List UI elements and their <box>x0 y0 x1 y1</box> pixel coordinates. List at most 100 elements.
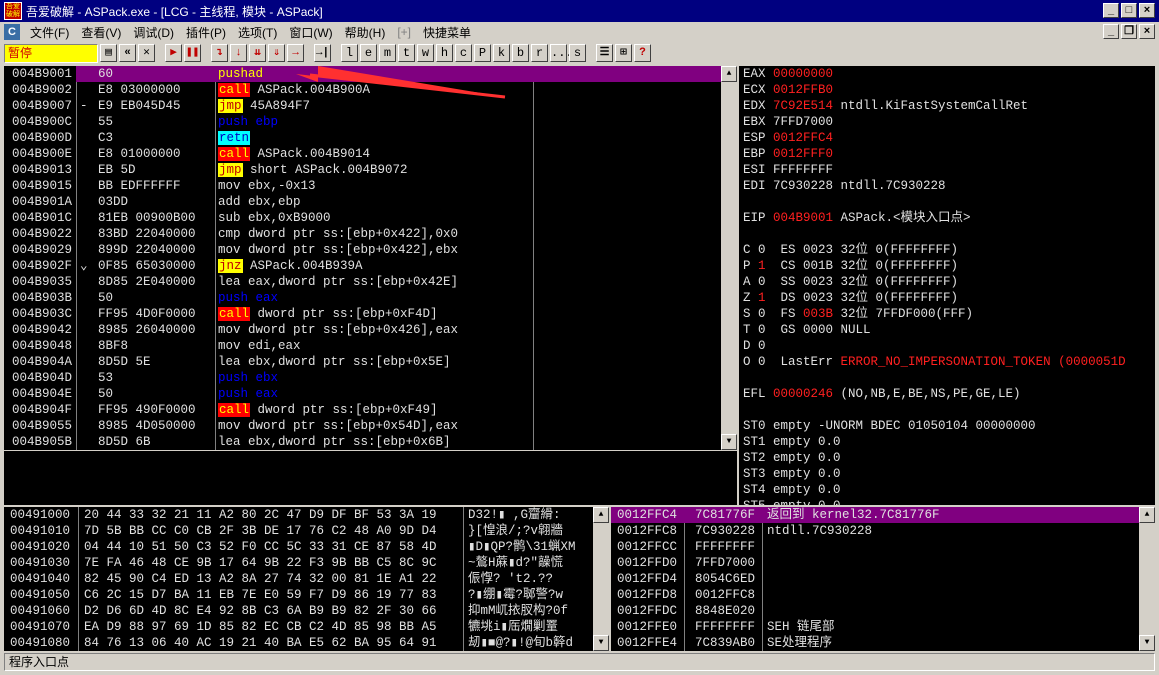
scroll-up-icon[interactable]: ▲ <box>721 66 737 82</box>
step-into-icon[interactable]: ↴ <box>211 44 228 62</box>
dump-row[interactable]: 00491020 04 44 10 51 50 C3 52 F0 CC 5C 33… <box>4 539 609 555</box>
minimize-button[interactable]: _ <box>1103 3 1119 18</box>
memory-dump-pane[interactable]: 00491000 20 44 33 32 21 11 A2 80 2C 47 D9… <box>4 507 609 651</box>
cpu-window-icon[interactable]: C <box>4 24 20 40</box>
dump-row[interactable]: 00491030 7E FA 46 48 CE 9B 17 64 9B 22 F3… <box>4 555 609 571</box>
disassembly-row[interactable]: 004B9002 E8 03000000 call ASPack.004B900A <box>4 82 737 98</box>
register-row[interactable]: ESI FFFFFFFF <box>739 162 1155 178</box>
register-row[interactable]: ST4 empty 0.0 <box>739 482 1155 498</box>
goto-icon[interactable]: →| <box>314 44 331 62</box>
register-row[interactable]: ST0 empty -UNORM BDEC 01050104 00000000 <box>739 418 1155 434</box>
register-row[interactable]: S 0 FS 003B 32位 7FFDF000(FFF) <box>739 306 1155 322</box>
menu-file[interactable]: 文件(F) <box>24 24 75 41</box>
register-row[interactable]: EBP 0012FFF0 <box>739 146 1155 162</box>
mdi-close-button[interactable]: × <box>1139 24 1155 39</box>
stack-row[interactable]: 0012FFCC FFFFFFFF <box>611 539 1155 555</box>
dump-row[interactable]: 00491040 82 45 90 C4 ED 13 A2 8A 27 74 32… <box>4 571 609 587</box>
menu-plugins[interactable]: 插件(P) <box>180 24 232 41</box>
handles-window-button[interactable]: h <box>436 44 453 62</box>
disassembly-row[interactable]: 004B900C 55 push ebp <box>4 114 737 130</box>
register-row[interactable]: EAX 00000000 <box>739 66 1155 82</box>
register-row[interactable]: EIP 004B9001 ASPack.<模块入口点> <box>739 210 1155 226</box>
register-row[interactable]: P 1 CS 001B 32位 0(FFFFFFFF) <box>739 258 1155 274</box>
register-row[interactable]: O 0 LastErr ERROR_NO_IMPERSONATION_TOKEN… <box>739 354 1155 370</box>
dump-row[interactable]: 00491070 EA D9 88 97 69 1D 85 82 EC CB C2… <box>4 619 609 635</box>
animate-into-icon[interactable]: ⇊ <box>249 44 266 62</box>
close-program-icon[interactable]: ✕ <box>138 44 155 62</box>
scroll-down-icon[interactable]: ▼ <box>721 434 737 450</box>
register-row[interactable]: ST3 empty 0.0 <box>739 466 1155 482</box>
register-row[interactable]: EFL 00000246 (NO,NB,E,BE,NS,PE,GE,LE) <box>739 386 1155 402</box>
stack-row[interactable]: 0012FFDC 8848E020 <box>611 603 1155 619</box>
register-row[interactable]: EDI 7C930228 ntdll.7C930228 <box>739 178 1155 194</box>
register-row[interactable]: ST1 empty 0.0 <box>739 434 1155 450</box>
disassembly-row[interactable]: 004B9042 8985 26040000 mov dword ptr ss:[e… <box>4 322 737 338</box>
register-row[interactable] <box>739 370 1155 386</box>
dump-row[interactable]: 00491010 7D 5B BB CC C0 CB 2F 3B DE 17 76… <box>4 523 609 539</box>
cpu-window-button[interactable]: c <box>455 44 472 62</box>
register-row[interactable] <box>739 226 1155 242</box>
execute-till-return-icon[interactable]: → <box>287 44 304 62</box>
disassembly-scrollbar[interactable]: ▲ ▼ <box>721 66 737 450</box>
register-row[interactable]: ESP 0012FFC4 <box>739 130 1155 146</box>
stack-row[interactable]: 0012FFD0 7FFD7000 <box>611 555 1155 571</box>
threads-window-button[interactable]: t <box>398 44 415 62</box>
patches-window-button[interactable]: P <box>474 44 491 62</box>
disassembly-row[interactable]: 004B9022 83BD 22040000 cmp dword ptr ss:[e… <box>4 226 737 242</box>
help-icon[interactable]: ? <box>634 44 651 62</box>
run-trace-window-button[interactable]: ... <box>550 44 573 62</box>
dump-row[interactable]: 00491000 20 44 33 32 21 11 A2 80 2C 47 D9… <box>4 507 609 523</box>
mdi-restore-button[interactable]: ❐ <box>1121 24 1137 39</box>
modules-window-button[interactable]: e <box>360 44 377 62</box>
dump-row[interactable]: 00491060 D2 D6 6D 4D 8C E4 92 8B C3 6A B9… <box>4 603 609 619</box>
dump-scrollbar[interactable]: ▲ ▼ <box>593 507 609 651</box>
maximize-button[interactable]: □ <box>1121 3 1137 18</box>
dump-row[interactable]: 00491080 84 76 13 06 40 AC 19 21 40 BA E5… <box>4 635 609 651</box>
dump-row[interactable]: 00491050 C6 2C 15 D7 BA 11 EB 7E E0 59 F7… <box>4 587 609 603</box>
close-button[interactable]: × <box>1139 3 1155 18</box>
stack-row[interactable]: 0012FFD8 0012FFC8 <box>611 587 1155 603</box>
stack-row[interactable]: 0012FFC8 7C930228 ntdll.7C930228 <box>611 523 1155 539</box>
menu-window[interactable]: 窗口(W) <box>283 24 338 41</box>
disassembly-row[interactable]: 004B9015 BB EDFFFFFF mov ebx,-0x13 <box>4 178 737 194</box>
run-icon[interactable]: ▶ <box>165 44 182 62</box>
disassembly-row[interactable]: 004B901C 81EB 00900B00 sub ebx,0xB9000 <box>4 210 737 226</box>
disassembly-row[interactable]: 004B9001 60 pushad <box>4 66 737 82</box>
disassembly-row[interactable]: 004B905B 8D5D 6B lea ebx,dword ptr ss:[ebp… <box>4 434 737 450</box>
register-row[interactable]: EBX 7FFD7000 <box>739 114 1155 130</box>
register-row[interactable]: ECX 0012FFB0 <box>739 82 1155 98</box>
dump-scroll-up-icon[interactable]: ▲ <box>593 507 609 523</box>
memory-window-button[interactable]: m <box>379 44 396 62</box>
disassembly-row[interactable]: 004B900D C3 retn <box>4 130 737 146</box>
menu-options[interactable]: 选项(T) <box>232 24 283 41</box>
register-row[interactable]: EDX 7C92E514 ntdll.KiFastSystemCallRet <box>739 98 1155 114</box>
registers-pane[interactable]: EAX 00000000 ECX 0012FFB0 EDX 7C92E514 ntd… <box>739 66 1155 505</box>
pause-icon[interactable]: ❚❚ <box>184 44 201 62</box>
register-row[interactable]: ST2 empty 0.0 <box>739 450 1155 466</box>
disassembly-row[interactable]: 004B9055 8985 4D050000 mov dword ptr ss:[e… <box>4 418 737 434</box>
disassembly-row[interactable]: 004B902F ⌄ 0F85 65030000 jnz ASPack.004B939… <box>4 258 737 274</box>
register-row[interactable]: ST5 empty 0.0 <box>739 498 1155 505</box>
disassembly-row[interactable]: 004B904D 53 push ebx <box>4 370 737 386</box>
stack-pane[interactable]: 0012FFC4 7C81776F 返回到 kernel32.7C81776F 001… <box>611 507 1155 651</box>
step-over-icon[interactable]: ↓ <box>230 44 247 62</box>
source-window-button[interactable]: s <box>569 44 586 62</box>
register-row[interactable]: T 0 GS 0000 NULL <box>739 322 1155 338</box>
log-window-button[interactable]: l <box>341 44 358 62</box>
references-window-button[interactable]: r <box>531 44 548 62</box>
disassembly-row[interactable]: 004B901A 03DD add ebx,ebp <box>4 194 737 210</box>
disassembly-row[interactable]: 004B904A 8D5D 5E lea ebx,dword ptr ss:[ebp… <box>4 354 737 370</box>
restart-icon[interactable]: « <box>119 44 136 62</box>
disassembly-row[interactable]: 004B900E E8 01000000 call ASPack.004B9014 <box>4 146 737 162</box>
menu-help[interactable]: 帮助(H) <box>339 24 392 41</box>
disassembly-row[interactable]: 004B9007- E9 EB045D45 jmp 45A894F7 <box>4 98 737 114</box>
stack-scroll-up-icon[interactable]: ▲ <box>1139 507 1155 523</box>
options-icon[interactable]: ⊞ <box>615 44 632 62</box>
stack-row[interactable]: 0012FFC4 7C81776F 返回到 kernel32.7C81776F <box>611 507 1155 523</box>
disassembly-row[interactable]: 004B9048 8BF8 mov edi,eax <box>4 338 737 354</box>
register-row[interactable]: Z 1 DS 0023 32位 0(FFFFFFFF) <box>739 290 1155 306</box>
stack-row[interactable]: 0012FFD4 8054C6ED <box>611 571 1155 587</box>
register-row[interactable]: A 0 SS 0023 32位 0(FFFFFFFF) <box>739 274 1155 290</box>
register-row[interactable]: C 0 ES 0023 32位 0(FFFFFFFF) <box>739 242 1155 258</box>
disassembly-row[interactable]: 004B9035 8D85 2E040000 lea eax,dword ptr s… <box>4 274 737 290</box>
